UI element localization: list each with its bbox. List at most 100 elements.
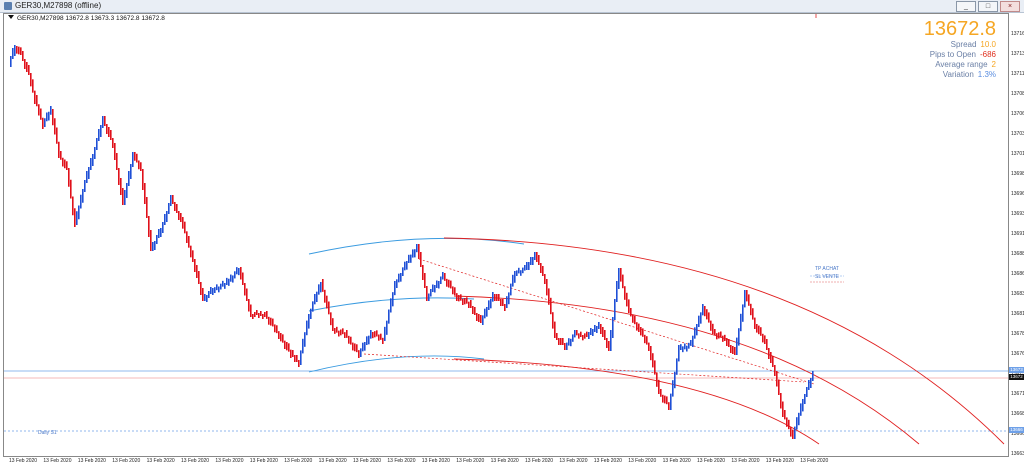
candle [730, 345, 732, 353]
candle [524, 265, 526, 271]
maximize-button[interactable]: □ [978, 1, 998, 12]
candle [546, 279, 548, 296]
time-tick-label: 13 Feb 2020 [215, 458, 244, 464]
candle [762, 333, 764, 343]
candle [710, 320, 712, 331]
chart-area[interactable] [3, 13, 1009, 457]
candle [482, 315, 484, 325]
candle [724, 334, 726, 341]
candle [388, 309, 390, 324]
candle [42, 117, 44, 129]
candle [324, 289, 326, 303]
candle [580, 331, 582, 337]
candle [210, 287, 212, 294]
candle [254, 312, 256, 317]
candle [92, 154, 94, 166]
candle [718, 332, 720, 339]
price-tag: 13666 [1009, 427, 1024, 433]
candle [670, 393, 672, 410]
info-row: Pips to Open -686 [924, 50, 996, 60]
price-tick-label: 13691 [1011, 231, 1024, 237]
candle [238, 268, 240, 276]
candle [40, 108, 42, 120]
candle [728, 339, 730, 347]
candle [632, 314, 634, 323]
candle [170, 195, 172, 206]
minimize-button[interactable]: _ [956, 1, 976, 12]
candle [472, 306, 474, 314]
candle [664, 395, 666, 404]
candle [126, 183, 128, 198]
dropdown-triangle-icon[interactable] [8, 15, 14, 19]
candle [558, 338, 560, 345]
window-titlebar: GER30,M27898 (offline) _ □ × [0, 0, 1024, 13]
candle [72, 196, 74, 216]
candle [554, 321, 556, 338]
close-button[interactable]: × [1000, 1, 1020, 12]
candle [782, 401, 784, 417]
time-axis[interactable]: 13 Feb 2020 13 Feb 2020 13 Feb 2020 13 Feb … [3, 457, 1009, 473]
candle [310, 308, 312, 319]
candle [28, 65, 30, 75]
candle [376, 330, 378, 337]
candle [426, 286, 428, 301]
candle [196, 265, 198, 278]
candle [790, 427, 792, 437]
candle [392, 292, 394, 307]
candle [76, 211, 78, 225]
time-tick-label: 13 Feb 2020 [800, 458, 829, 464]
candle [476, 313, 478, 321]
candle [454, 287, 456, 296]
candle [22, 51, 24, 61]
candle [216, 284, 218, 291]
candle [540, 263, 542, 273]
candle [342, 328, 344, 335]
candle [706, 309, 708, 320]
candle [402, 267, 404, 276]
candle [460, 294, 462, 301]
candle [608, 341, 610, 351]
candle [676, 358, 678, 375]
candle [322, 279, 324, 292]
info-row-value: -686 [979, 50, 996, 59]
time-tick-label: 13 Feb 2020 [731, 458, 760, 464]
price-chart-canvas[interactable] [4, 14, 1008, 456]
candle [244, 283, 246, 296]
info-panel: 13672.8 Spread 10.0 Pips to Open -686 Averag… [924, 18, 996, 80]
candle [720, 331, 722, 338]
candle [588, 332, 590, 339]
candle [440, 276, 442, 284]
candle [222, 280, 224, 287]
candle [642, 328, 644, 337]
candle [318, 284, 320, 295]
candle [104, 116, 106, 126]
candle [132, 152, 134, 167]
candle [726, 338, 728, 346]
candle [538, 255, 540, 265]
candle [248, 299, 250, 312]
candle [550, 297, 552, 315]
candle [520, 270, 522, 276]
candle [812, 371, 814, 381]
candle [764, 335, 766, 344]
candle [294, 355, 296, 362]
candle [480, 315, 482, 323]
candle [366, 336, 368, 345]
candle [214, 287, 216, 293]
candle [568, 338, 570, 346]
candle [604, 330, 606, 340]
price-tick-label: 13713 [1011, 51, 1024, 57]
candle [502, 299, 504, 306]
price-axis[interactable]: 13716 13713 13711 13708 13706 13703 13701 13698… [1009, 13, 1024, 457]
candle [378, 334, 380, 341]
candle [278, 331, 280, 339]
time-tick-label: 13 Feb 2020 [697, 458, 726, 464]
candle [598, 322, 600, 329]
candle [88, 167, 90, 179]
candle [418, 244, 420, 259]
candle [266, 311, 268, 319]
candle [456, 293, 458, 301]
price-tick-label: 13701 [1011, 151, 1024, 157]
candle [260, 311, 262, 316]
ohlc-header: GER30,M27898 13672.8 13673.3 13672.8 136… [8, 15, 165, 22]
